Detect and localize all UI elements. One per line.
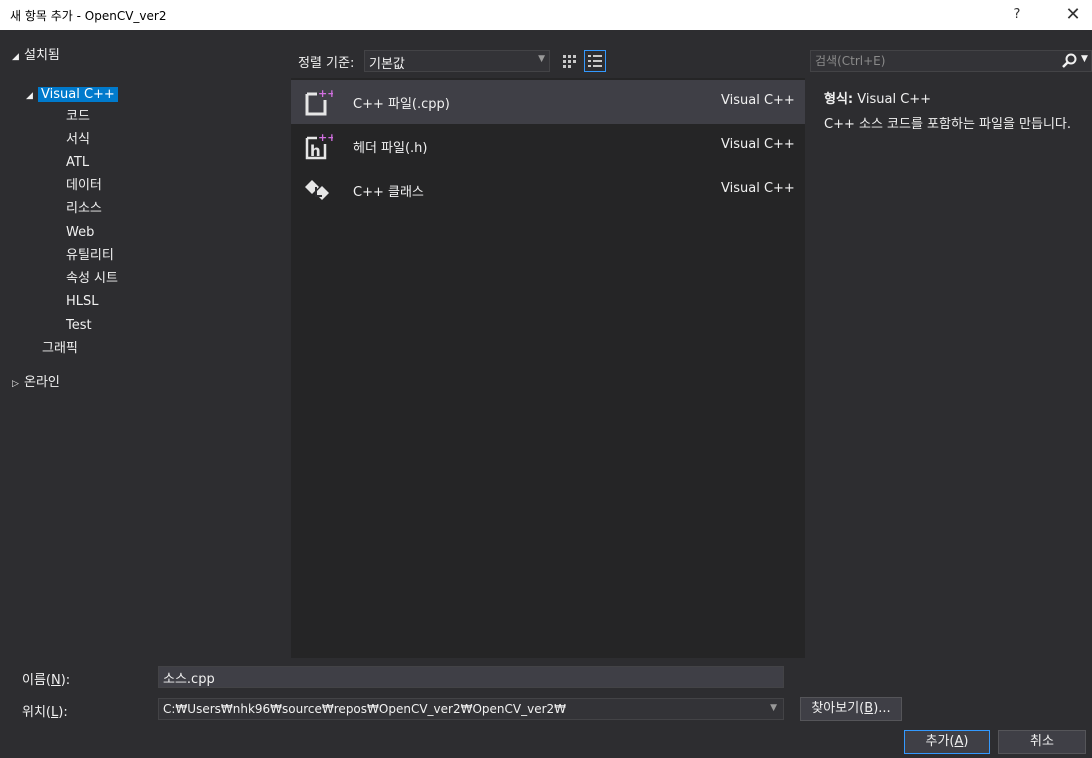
tree-node-format[interactable]: 서식	[66, 130, 90, 150]
location-label: 위치(L):	[22, 705, 68, 720]
tree-node-atl[interactable]: ATL	[66, 153, 89, 173]
svg-text:++: ++	[318, 87, 333, 100]
chevron-down-icon: ▼	[770, 703, 777, 713]
browse-button[interactable]: 찾아보기(B)...	[800, 697, 902, 721]
tree-node-visual-cpp-label: Visual C++	[38, 87, 118, 102]
type-label: 형식:	[824, 92, 854, 107]
search-input[interactable]	[815, 53, 1051, 69]
svg-text:++: ++	[318, 131, 333, 144]
search-icon[interactable]	[1061, 52, 1079, 70]
sort-dropdown[interactable]: 기본값 ▼	[364, 50, 550, 72]
tree-node-property-sheet[interactable]: 속성 시트	[66, 269, 118, 289]
chevron-down-icon: ▼	[538, 54, 545, 64]
close-button[interactable]: ✕	[1060, 2, 1086, 28]
expanded-caret-icon: ◢	[26, 91, 33, 101]
template-item-cpp-class[interactable]: C++ 클래스 Visual C++	[291, 168, 805, 212]
tree-node-online[interactable]: ▷ 온라인	[12, 373, 60, 393]
tree-node-test[interactable]: Test	[66, 316, 92, 336]
tree-node-data[interactable]: 데이터	[66, 176, 102, 196]
tree-node-graphics[interactable]: 그래픽	[42, 339, 78, 359]
template-language: Visual C++	[721, 93, 795, 108]
category-tree: ◢ 설치됨 ◢ Visual C++ 코드 서식 ATL 데이터 리소스 Web 유…	[8, 44, 284, 658]
template-name: C++ 클래스	[353, 185, 424, 200]
svg-text:h: h	[310, 142, 321, 160]
window-title: 새 항목 추가 - OpenCV_ver2	[10, 9, 167, 23]
search-options-caret-icon[interactable]: ▼	[1081, 54, 1088, 64]
tree-node-utility[interactable]: 유틸리티	[66, 246, 114, 266]
type-value: Visual C++	[857, 92, 932, 107]
tree-node-code[interactable]: 코드	[66, 107, 90, 127]
list-view-icon[interactable]	[584, 50, 606, 72]
template-language: Visual C++	[721, 181, 795, 196]
tree-node-installed[interactable]: ◢ 설치됨	[12, 46, 60, 66]
expanded-caret-icon: ◢	[12, 52, 19, 62]
template-list: ++ C++ 파일(.cpp) Visual C++ h ++ 헤더 파일(.h…	[291, 78, 805, 658]
cancel-button[interactable]: 취소	[998, 730, 1086, 754]
template-language: Visual C++	[721, 137, 795, 152]
search-box: ▼	[810, 50, 1092, 72]
tree-node-visual-cpp[interactable]: ◢ Visual C++	[26, 85, 118, 105]
small-icons-view-icon[interactable]	[558, 50, 580, 72]
template-item-cpp-file[interactable]: ++ C++ 파일(.cpp) Visual C++	[291, 80, 805, 124]
template-description: 형식: Visual C++ C++ 소스 코드를 포함하는 파일을 만듭니다.	[824, 88, 1086, 133]
tree-node-resource[interactable]: 리소스	[66, 199, 102, 219]
location-dropdown[interactable]: C:₩Users₩nhk96₩source₩repos₩OpenCV_ver2₩…	[158, 698, 784, 720]
name-input[interactable]	[158, 666, 784, 688]
template-name: C++ 파일(.cpp)	[353, 97, 450, 112]
cpp-file-icon: ++	[301, 86, 336, 118]
template-item-header-file[interactable]: h ++ 헤더 파일(.h) Visual C++	[291, 124, 805, 168]
header-file-icon: h ++	[301, 130, 336, 162]
sort-value: 기본값	[369, 57, 405, 72]
type-line: 형식: Visual C++	[824, 88, 1086, 108]
location-value: C:₩Users₩nhk96₩source₩repos₩OpenCV_ver2₩…	[163, 702, 567, 716]
cpp-class-icon	[301, 174, 333, 206]
tree-node-web[interactable]: Web	[66, 223, 94, 243]
name-label: 이름(N):	[22, 673, 71, 688]
add-new-item-dialog: 새 항목 추가 - OpenCV_ver2 ? ✕ ◢ 설치됨 ◢ Visual C…	[0, 0, 1092, 758]
help-button[interactable]: ?	[1006, 4, 1028, 26]
sort-label: 정렬 기준:	[298, 56, 355, 71]
template-name: 헤더 파일(.h)	[353, 141, 428, 156]
add-button[interactable]: 추가(A)	[904, 730, 990, 754]
description-text: C++ 소스 코드를 포함하는 파일을 만듭니다.	[824, 117, 1072, 132]
collapsed-caret-icon: ▷	[12, 379, 19, 389]
tree-node-hlsl[interactable]: HLSL	[66, 292, 99, 312]
title-bar: 새 항목 추가 - OpenCV_ver2 ? ✕	[0, 0, 1092, 30]
